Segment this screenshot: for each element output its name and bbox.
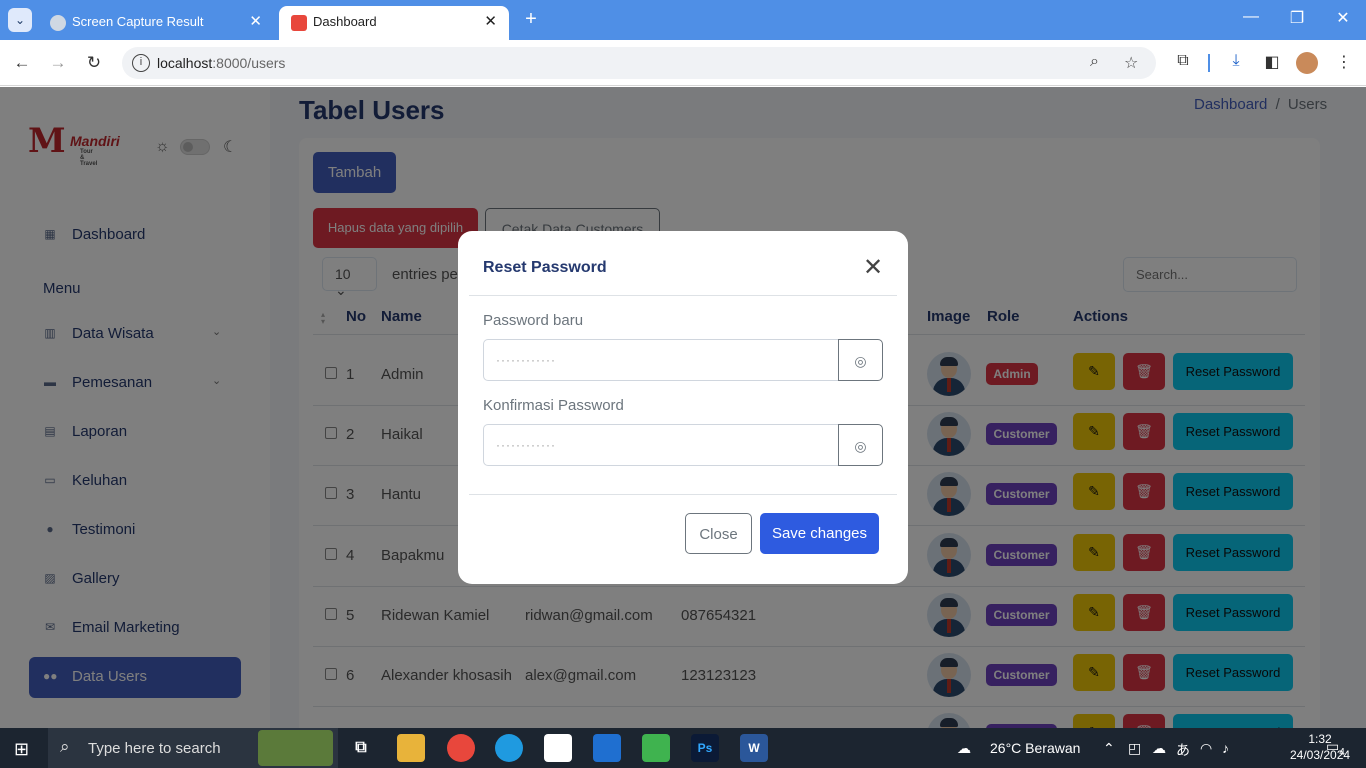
tab-screen-capture[interactable]: Screen Capture Result ✕ <box>38 6 274 40</box>
minimize-icon[interactable]: — <box>1236 8 1266 26</box>
forward-icon[interactable]: → <box>47 52 69 74</box>
close-tab-icon[interactable]: ✕ <box>249 12 262 30</box>
notification-count: 4 <box>1339 746 1345 758</box>
browser-tab-bar: ⌄ Screen Capture Result ✕ Dashboard ✕ + … <box>0 0 1366 40</box>
onedrive-icon[interactable]: ☁ <box>1152 740 1166 757</box>
modal-header-divider <box>469 295 897 296</box>
eye-slash-icon: ◎ <box>854 353 867 369</box>
notepad-icon[interactable] <box>544 734 572 762</box>
chrome-icon[interactable] <box>447 734 475 762</box>
tab-title: Dashboard <box>313 14 377 29</box>
taskbar-search-box[interactable]: ⌕ Type here to search <box>48 728 338 768</box>
photoshop-icon[interactable]: Ps <box>691 734 719 762</box>
new-password-label: Password baru <box>483 312 584 329</box>
edge-icon[interactable] <box>495 734 523 762</box>
tab-dashboard[interactable]: Dashboard ✕ <box>279 6 509 40</box>
vscode-icon[interactable] <box>593 734 621 762</box>
toggle-visibility-button[interactable]: ◎ <box>838 339 883 381</box>
restore-icon[interactable]: ❐ <box>1282 8 1312 28</box>
menu-kebab-icon[interactable]: ⋮ <box>1332 52 1356 74</box>
profile-avatar[interactable] <box>1296 52 1318 74</box>
close-tab-icon[interactable]: ✕ <box>484 12 497 30</box>
tray-app-icon[interactable]: ◰ <box>1128 740 1141 757</box>
window-close-icon[interactable]: ✕ <box>1328 8 1358 28</box>
taskbar-search-text: Type here to search <box>88 740 221 757</box>
sheets-app-icon[interactable] <box>642 734 670 762</box>
new-password-field[interactable]: ············ <box>483 339 839 381</box>
notification-center-icon[interactable]: ▭4 <box>1326 738 1345 758</box>
back-icon[interactable]: ← <box>11 52 33 74</box>
dashboard-favicon <box>291 15 307 31</box>
language-icon[interactable]: あ <box>1176 740 1190 760</box>
windows-taskbar: ⊞ ⌕ Type here to search ⧉ Ps W ☁ 26°C Be… <box>0 728 1366 768</box>
volume-icon[interactable]: ♪ <box>1222 740 1229 756</box>
modal-footer-divider <box>469 494 897 495</box>
confirm-password-label: Konfirmasi Password <box>483 397 624 414</box>
toggle-visibility-button[interactable]: ◎ <box>838 424 883 466</box>
side-panel-icon[interactable]: ◧ <box>1260 52 1284 74</box>
url-bar[interactable]: i localhost:8000/users ⌕ ☆ <box>122 47 1156 79</box>
extensions-icon[interactable]: ⧉ <box>1171 52 1195 74</box>
download-icon[interactable]: ⤓ <box>1224 52 1248 74</box>
reload-icon[interactable]: ↻ <box>83 52 105 74</box>
search-icon: ⌕ <box>60 737 70 756</box>
weather-icon[interactable]: ☁ <box>957 740 971 757</box>
file-explorer-icon[interactable] <box>397 734 425 762</box>
reset-password-modal: Reset Password ✕ Password baru ·········… <box>458 231 908 584</box>
new-tab-button[interactable]: + <box>520 8 542 30</box>
save-changes-button[interactable]: Save changes <box>760 513 879 554</box>
tab-title: Screen Capture Result <box>72 14 204 29</box>
word-icon[interactable]: W <box>740 734 768 762</box>
modal-title: Reset Password <box>483 259 607 276</box>
tray-chevron-icon[interactable]: ⌃ <box>1103 740 1115 757</box>
weather-text[interactable]: 26°C Berawan <box>990 740 1080 756</box>
bookmark-star-icon[interactable]: ☆ <box>1124 53 1138 73</box>
close-icon[interactable]: ✕ <box>863 253 883 282</box>
tab-search-button[interactable]: ⌄ <box>8 8 32 32</box>
confirm-password-field[interactable]: ············ <box>483 424 839 466</box>
windows-start-icon[interactable]: ⊞ <box>14 739 29 760</box>
site-info-icon[interactable]: i <box>132 54 150 72</box>
search-highlight-image <box>258 730 333 766</box>
wifi-icon[interactable]: ◠ <box>1200 740 1212 757</box>
eye-slash-icon: ◎ <box>854 438 867 454</box>
task-view-icon[interactable]: ⧉ <box>347 734 375 762</box>
toolbar-divider <box>1208 54 1210 72</box>
screen-capture-favicon <box>50 15 66 31</box>
url-text[interactable]: localhost:8000/users <box>157 55 285 71</box>
close-button[interactable]: Close <box>685 513 752 554</box>
zoom-icon[interactable]: ⌕ <box>1090 53 1099 71</box>
